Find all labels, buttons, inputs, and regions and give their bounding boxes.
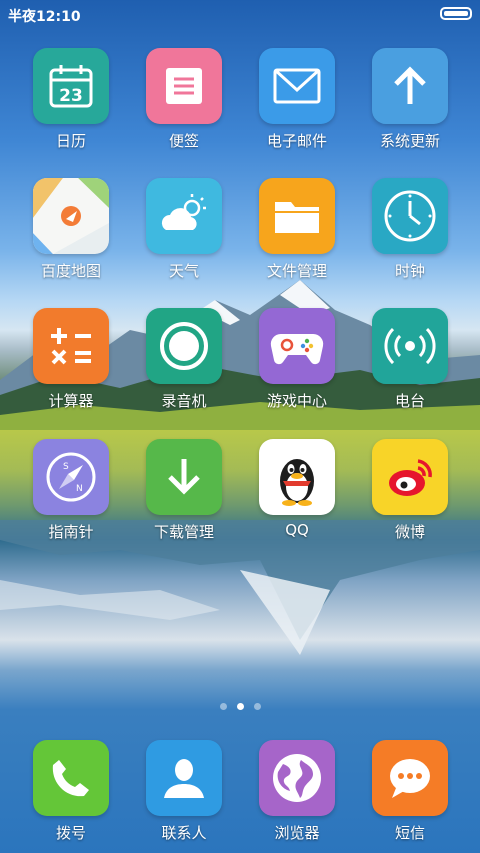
app-label: 文件管理 xyxy=(266,262,327,280)
qq-penguin-icon xyxy=(259,439,335,515)
notes-icon xyxy=(146,48,222,124)
recorder-icon xyxy=(146,308,222,384)
calculator-icon xyxy=(33,308,109,384)
compass-icon: S N xyxy=(33,439,109,515)
app-label: 拨号 xyxy=(55,824,86,842)
calendar-icon: 23 xyxy=(33,48,109,124)
app-label: 系统更新 xyxy=(379,132,440,150)
svg-text:S: S xyxy=(63,462,69,472)
app-baidu-map[interactable]: 百度地图 xyxy=(15,178,127,290)
app-game-center[interactable]: 游戏中心 xyxy=(241,308,353,420)
app-qq[interactable]: QQ xyxy=(241,439,353,551)
app-download-manager[interactable]: 下载管理 xyxy=(128,439,240,551)
page-dot-current[interactable] xyxy=(236,703,244,710)
app-system-update[interactable]: 系统更新 xyxy=(354,48,466,160)
map-icon xyxy=(33,178,109,254)
app-label: 计算器 xyxy=(48,392,94,410)
app-weather[interactable]: 天气 xyxy=(128,178,240,290)
message-icon xyxy=(372,740,448,816)
weather-icon xyxy=(146,178,222,254)
browser-globe-icon xyxy=(259,740,335,816)
app-file-manager[interactable]: 文件管理 xyxy=(241,178,353,290)
page-dot[interactable] xyxy=(219,703,227,710)
app-label: 录音机 xyxy=(161,392,207,410)
radio-icon xyxy=(372,308,448,384)
app-label: 电台 xyxy=(394,392,425,410)
gamepad-icon xyxy=(259,308,335,384)
app-radio[interactable]: 电台 xyxy=(354,308,466,420)
app-label: 指南针 xyxy=(48,523,94,541)
dock-phone[interactable]: 拨号 xyxy=(15,740,127,852)
app-label: 联系人 xyxy=(161,824,207,842)
app-label: QQ xyxy=(285,521,309,539)
app-calculator[interactable]: 计算器 xyxy=(15,308,127,420)
download-icon xyxy=(146,439,222,515)
app-email[interactable]: 电子邮件 xyxy=(241,48,353,160)
folder-icon xyxy=(259,178,335,254)
app-label: 游戏中心 xyxy=(266,392,327,410)
dock-contacts[interactable]: 联系人 xyxy=(128,740,240,852)
mail-icon xyxy=(259,48,335,124)
weibo-icon xyxy=(372,439,448,515)
app-notes[interactable]: 便签 xyxy=(128,48,240,160)
page-dot[interactable] xyxy=(253,703,261,710)
contact-icon xyxy=(146,740,222,816)
home-grid: 23 日历 便签 电子邮件 系统更新 百度地图 天气 文件管理 时钟 计算器 录… xyxy=(0,0,480,853)
app-recorder[interactable]: 录音机 xyxy=(128,308,240,420)
app-label: 日历 xyxy=(55,132,86,150)
app-label: 百度地图 xyxy=(40,262,101,280)
clock-icon xyxy=(372,178,448,254)
calendar-day: 23 xyxy=(59,86,83,106)
app-label: 微博 xyxy=(394,523,425,541)
app-calendar[interactable]: 23 日历 xyxy=(15,48,127,160)
app-label: 时钟 xyxy=(394,262,425,280)
phone-icon xyxy=(33,740,109,816)
svg-text:N: N xyxy=(76,484,83,494)
app-label: 短信 xyxy=(394,824,425,842)
app-label: 浏览器 xyxy=(274,824,320,842)
app-compass[interactable]: S N 指南针 xyxy=(15,439,127,551)
update-arrow-icon xyxy=(372,48,448,124)
app-label: 下载管理 xyxy=(153,523,214,541)
dock-messages[interactable]: 短信 xyxy=(354,740,466,852)
dock-browser[interactable]: 浏览器 xyxy=(241,740,353,852)
page-indicator xyxy=(0,703,480,711)
app-weibo[interactable]: 微博 xyxy=(354,439,466,551)
app-clock[interactable]: 时钟 xyxy=(354,178,466,290)
app-label: 电子邮件 xyxy=(266,132,327,150)
app-label: 便签 xyxy=(168,132,199,150)
app-label: 天气 xyxy=(168,262,199,280)
